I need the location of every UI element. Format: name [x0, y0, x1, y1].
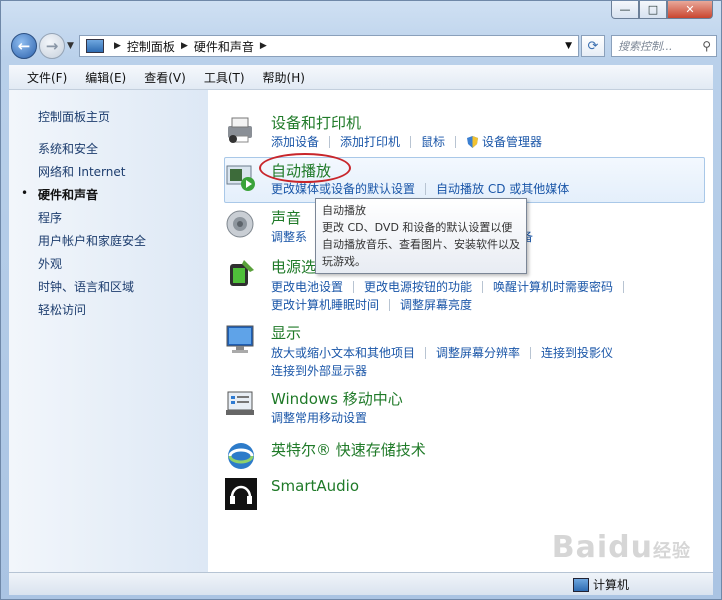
- intel-rst-title[interactable]: 英特尔® 快速存储技术: [271, 439, 426, 460]
- sound-title[interactable]: 声音: [271, 207, 301, 228]
- search-icon[interactable]: ⚲: [702, 39, 711, 53]
- address-dropdown-icon[interactable]: ▼: [565, 41, 572, 51]
- monitor-icon: [226, 325, 254, 353]
- divider: [425, 182, 427, 195]
- add-printer-link[interactable]: 添加打印机: [340, 133, 400, 150]
- sidebar-item-ease-of-access[interactable]: 轻松访问: [38, 301, 86, 318]
- divider: [329, 135, 331, 148]
- recent-pages-dropdown-icon[interactable]: ▼: [67, 41, 74, 51]
- external-display-link[interactable]: 连接到外部显示器: [271, 362, 367, 379]
- shield-icon: [467, 135, 479, 148]
- menu-view[interactable]: 查看(V): [135, 69, 195, 86]
- chevron-right-icon[interactable]: ▶: [181, 41, 188, 51]
- change-default-settings-link[interactable]: 更改媒体或设备的默认设置: [271, 180, 415, 197]
- divider: [389, 298, 391, 311]
- mobility-links: 调整常用移动设置: [271, 409, 367, 426]
- watermark-brand: Bai: [551, 530, 609, 565]
- divider: [410, 135, 412, 148]
- content-area: 控制面板主页 系统和安全 网络和 Internet • 硬件和声音 程序 用户帐…: [9, 90, 713, 573]
- power-links-row1: 更改电池设置 更改电源按钮的功能 唤醒计算机时需要密码: [271, 278, 634, 295]
- menu-bar: 文件(F) 编辑(E) 查看(V) 工具(T) 帮助(H): [9, 65, 713, 90]
- sidebar-item-home[interactable]: 控制面板主页: [38, 108, 110, 125]
- breadcrumb-control-panel[interactable]: 控制面板: [127, 38, 175, 55]
- mouse-link[interactable]: 鼠标: [421, 133, 445, 150]
- autoplay-icon: [226, 165, 255, 191]
- device-manager-link[interactable]: 设备管理器: [482, 133, 542, 150]
- status-bar: 计算机: [9, 572, 713, 595]
- divider: [623, 280, 625, 293]
- sidebar-item-programs[interactable]: 程序: [38, 209, 62, 226]
- display-title[interactable]: 显示: [271, 322, 301, 343]
- display-links-row2: 连接到外部显示器: [271, 362, 367, 379]
- devices-links: 添加设备 添加打印机 鼠标 设备管理器: [271, 133, 542, 150]
- close-button[interactable]: ✕: [667, 1, 713, 19]
- sidebar-item-clock-language[interactable]: 时钟、语言和区域: [38, 278, 134, 295]
- sidebar-item-system-security[interactable]: 系统和安全: [38, 140, 98, 157]
- battery-icon: [230, 260, 254, 286]
- mobility-settings-link[interactable]: 调整常用移动设置: [271, 409, 367, 426]
- current-item-bullet-icon: •: [21, 186, 29, 200]
- sidebar-item-user-accounts[interactable]: 用户帐户和家庭安全: [38, 232, 146, 249]
- power-links-row2: 更改计算机睡眠时间 调整屏幕亮度: [271, 296, 472, 313]
- forward-button[interactable]: →: [39, 33, 65, 59]
- sidebar-item-network[interactable]: 网络和 Internet: [38, 163, 125, 180]
- sidebar-item-appearance[interactable]: 外观: [38, 255, 62, 272]
- control-panel-window: — □ ✕ ← → ▼ ▶ 控制面板 ▶ 硬件和声音 ▶ ▼ ⟳ 搜索控制...…: [0, 0, 722, 600]
- battery-settings-link[interactable]: 更改电池设置: [271, 278, 343, 295]
- wake-password-link[interactable]: 唤醒计算机时需要密码: [493, 278, 613, 295]
- menu-help[interactable]: 帮助(H): [254, 69, 314, 86]
- divider: [530, 346, 532, 359]
- autoplay-tooltip: 自动播放 更改 CD、DVD 和设备的默认设置以便自动播放音乐、查看图片、安装软…: [315, 198, 527, 274]
- power-button-link[interactable]: 更改电源按钮的功能: [364, 278, 472, 295]
- headphones-icon: [225, 478, 257, 510]
- watermark-tail: 经验: [653, 541, 691, 562]
- minimize-button[interactable]: —: [611, 1, 639, 19]
- chevron-right-icon[interactable]: ▶: [260, 41, 267, 51]
- divider: [482, 280, 484, 293]
- mobility-center-title[interactable]: Windows 移动中心: [271, 388, 403, 409]
- divider: [353, 280, 355, 293]
- add-device-link[interactable]: 添加设备: [271, 133, 319, 150]
- adjust-volume-link[interactable]: 调整系: [271, 228, 307, 245]
- navigation-bar: ← → ▼ ▶ 控制面板 ▶ 硬件和声音 ▶ ▼ ⟳ 搜索控制... ⚲: [9, 31, 717, 61]
- address-bar[interactable]: ▶ 控制面板 ▶ 硬件和声音 ▶ ▼: [79, 35, 579, 57]
- menu-file[interactable]: 文件(F): [9, 69, 76, 86]
- menu-edit[interactable]: 编辑(E): [76, 69, 135, 86]
- sidebar-item-hardware-sound: 硬件和声音: [38, 188, 99, 202]
- printer-icon: [228, 117, 252, 143]
- refresh-button[interactable]: ⟳: [581, 35, 605, 57]
- devices-printers-title[interactable]: 设备和打印机: [271, 112, 361, 133]
- caption-buttons: — □ ✕: [611, 1, 713, 19]
- sidebar: 控制面板主页 系统和安全 网络和 Internet • 硬件和声音 程序 用户帐…: [9, 90, 208, 573]
- baidu-watermark: Baidu经验: [552, 530, 691, 565]
- breadcrumb-hardware-sound[interactable]: 硬件和声音: [194, 38, 254, 55]
- search-input[interactable]: 搜索控制... ⚲: [611, 35, 717, 57]
- projector-link[interactable]: 连接到投影仪: [541, 344, 613, 361]
- screen-resolution-link[interactable]: 调整屏幕分辨率: [436, 344, 520, 361]
- computer-icon: [572, 577, 589, 592]
- tooltip-title: 自动播放: [322, 204, 366, 217]
- autoplay-cd-link[interactable]: 自动播放 CD 或其他媒体: [436, 180, 569, 197]
- smartaudio-title[interactable]: SmartAudio: [271, 477, 359, 495]
- status-computer: 计算机: [572, 576, 629, 593]
- search-placeholder: 搜索控制...: [618, 40, 673, 53]
- text-size-link[interactable]: 放大或缩小文本和其他项目: [271, 344, 415, 361]
- chevron-right-icon[interactable]: ▶: [114, 41, 121, 51]
- watermark-suffix: du: [608, 530, 653, 565]
- red-annotation-circle: [259, 153, 351, 183]
- back-button[interactable]: ←: [11, 33, 37, 59]
- menu-tools[interactable]: 工具(T): [195, 69, 254, 86]
- brightness-link[interactable]: 调整屏幕亮度: [400, 296, 472, 313]
- divider: [425, 346, 427, 359]
- tooltip-body: 更改 CD、DVD 和设备的默认设置以便自动播放音乐、查看图片、安装软件以及玩游…: [322, 221, 520, 268]
- status-computer-label: 计算机: [592, 578, 629, 592]
- display-links-row1: 放大或缩小文本和其他项目 调整屏幕分辨率 连接到投影仪: [271, 344, 613, 361]
- sleep-time-link[interactable]: 更改计算机睡眠时间: [271, 296, 379, 313]
- intel-rst-icon: [228, 443, 254, 469]
- control-panel-icon: [86, 39, 104, 53]
- maximize-button[interactable]: □: [639, 1, 667, 19]
- speaker-icon: [226, 210, 254, 238]
- mobility-center-icon: [226, 391, 254, 415]
- divider: [455, 135, 457, 148]
